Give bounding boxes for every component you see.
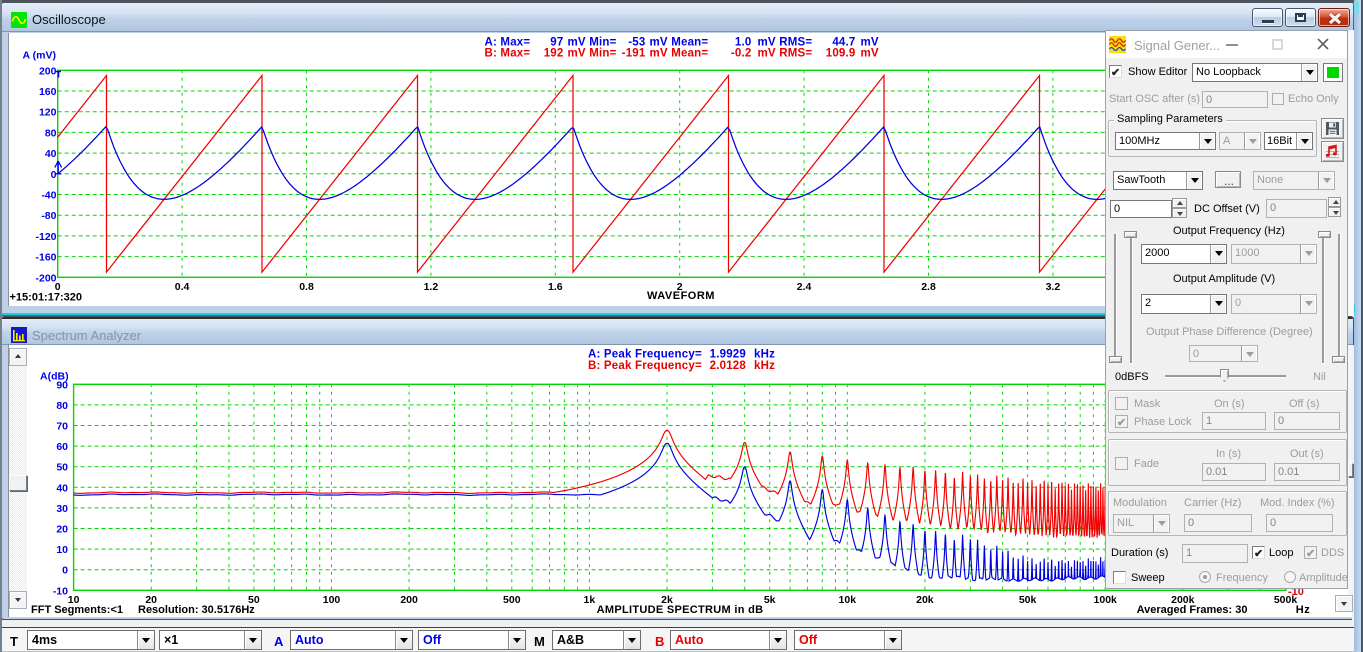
- svg-text:mV: mV: [860, 47, 878, 59]
- svg-text:2.0128: 2.0128: [710, 360, 747, 372]
- svg-text:3.2: 3.2: [1045, 281, 1060, 293]
- svg-text:192: 192: [543, 47, 563, 59]
- svg-text:1.6: 1.6: [547, 281, 562, 293]
- svg-text:200: 200: [400, 594, 418, 606]
- svg-text:40: 40: [44, 148, 56, 160]
- svg-text:2.4: 2.4: [796, 281, 811, 293]
- svg-text:mV Min=: mV Min=: [567, 47, 616, 59]
- svg-text:-120: -120: [35, 230, 56, 242]
- svg-text:160: 160: [38, 86, 56, 98]
- svg-text:20: 20: [56, 524, 68, 536]
- svg-text:-160: -160: [35, 251, 56, 263]
- svg-text:AMPLITUDE SPECTRUM in dB: AMPLITUDE SPECTRUM in dB: [597, 604, 764, 616]
- svg-text:5k: 5k: [764, 594, 776, 606]
- svg-text:30: 30: [56, 503, 68, 515]
- svg-text:-0.2: -0.2: [730, 47, 751, 59]
- svg-text:10: 10: [56, 544, 68, 556]
- svg-text:A (mV): A (mV): [22, 49, 55, 61]
- svg-text:2.8: 2.8: [921, 281, 936, 293]
- svg-text:10k: 10k: [839, 594, 857, 606]
- svg-text:-10: -10: [53, 585, 68, 597]
- svg-text:500: 500: [503, 594, 521, 606]
- svg-text:80: 80: [44, 127, 56, 139]
- svg-text:200: 200: [38, 65, 56, 77]
- svg-text:kHz: kHz: [754, 349, 775, 361]
- svg-text:Averaged Frames: 30: Averaged Frames: 30: [1137, 604, 1248, 616]
- svg-text:50k: 50k: [1019, 594, 1037, 606]
- svg-text:20k: 20k: [916, 594, 934, 606]
- svg-text:-80: -80: [41, 210, 56, 222]
- svg-text:Hz: Hz: [1296, 604, 1310, 616]
- svg-text:1.9929: 1.9929: [710, 349, 746, 361]
- svg-text:80: 80: [56, 400, 68, 412]
- svg-text:1.2: 1.2: [423, 281, 438, 293]
- svg-text:120: 120: [38, 106, 56, 118]
- svg-text:1k: 1k: [584, 594, 596, 606]
- svg-text:kHz: kHz: [754, 360, 775, 372]
- svg-text:100k: 100k: [1094, 594, 1118, 606]
- svg-text:-200: -200: [35, 272, 56, 284]
- svg-text:60: 60: [56, 441, 68, 453]
- svg-text:0: 0: [62, 565, 68, 577]
- svg-text:mV Mean=: mV Mean=: [649, 47, 708, 59]
- svg-text:50: 50: [56, 462, 68, 474]
- svg-text:70: 70: [56, 421, 68, 433]
- svg-text:FFT Segments:<1: FFT Segments:<1: [31, 604, 123, 616]
- svg-text:mV RMS=: mV RMS=: [757, 47, 812, 59]
- svg-text:Resolution: 30.5176Hz: Resolution: 30.5176Hz: [138, 604, 255, 616]
- svg-text:0.4: 0.4: [174, 281, 189, 293]
- svg-text:100: 100: [323, 594, 341, 606]
- svg-text:0.8: 0.8: [299, 281, 314, 293]
- svg-text:0: 0: [50, 168, 56, 180]
- svg-text:-40: -40: [41, 189, 56, 201]
- svg-text:-191: -191: [621, 47, 645, 59]
- svg-text:109.9: 109.9: [825, 47, 855, 59]
- svg-text:90: 90: [56, 379, 68, 391]
- svg-text:B: Peak Frequency=: B: Peak Frequency=: [588, 360, 702, 372]
- svg-text:+15:01:17:320: +15:01:17:320: [9, 291, 81, 303]
- svg-text:40: 40: [56, 482, 68, 494]
- svg-text:WAVEFORM: WAVEFORM: [647, 290, 715, 302]
- svg-text:B: Max=: B: Max=: [484, 47, 530, 59]
- svg-text:A: Peak Frequency=: A: Peak Frequency=: [588, 349, 702, 361]
